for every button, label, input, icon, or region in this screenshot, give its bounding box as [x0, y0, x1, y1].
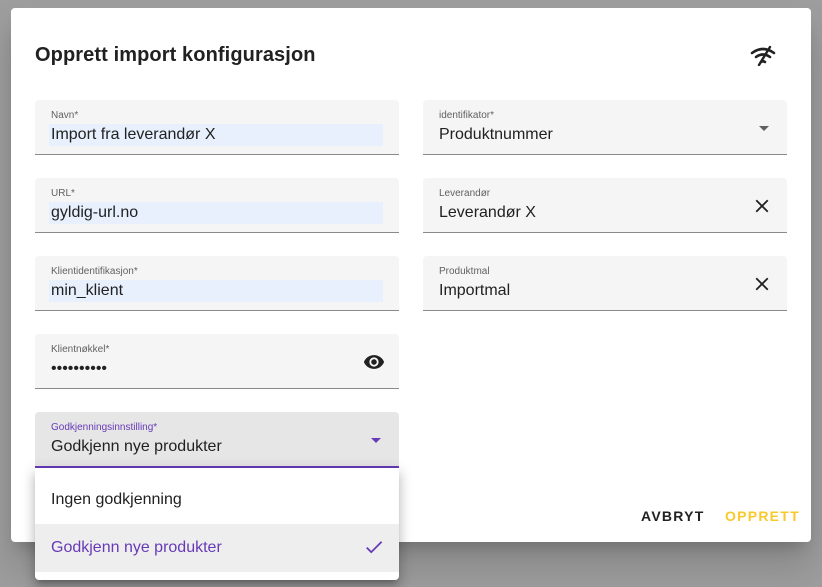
- klientid-label: Klientidentifikasjon*: [51, 266, 138, 277]
- menu-option-ingen-godkjenning[interactable]: Ingen godkjenning: [35, 476, 399, 524]
- klientid-input[interactable]: min_klient: [49, 280, 383, 302]
- url-input[interactable]: gyldig-url.no: [49, 202, 383, 224]
- leverandor-field[interactable]: Leverandør Leverandør X: [423, 178, 787, 233]
- dropdown-arrow-icon[interactable]: [759, 126, 769, 131]
- godkjenning-label: Godkjenningsinnstilling*: [51, 422, 158, 433]
- navn-input[interactable]: Import fra leverandør X: [49, 124, 383, 146]
- menu-option-label: Godkjenn nye produkter: [51, 539, 222, 556]
- identifikator-select[interactable]: identifikator* Produktnummer: [423, 100, 787, 155]
- cancel-button[interactable]: AVBRYT: [641, 508, 705, 524]
- dialog-title: Opprett import konfigurasjon: [35, 44, 316, 66]
- godkjenning-menu: Ingen godkjenning Godkjenn nye produkter: [35, 468, 399, 580]
- identifikator-value: Produktnummer: [439, 126, 553, 143]
- godkjenning-value: Godkjenn nye produkter: [51, 438, 222, 455]
- check-icon: [366, 541, 383, 554]
- create-button[interactable]: OPPRETT: [725, 508, 800, 524]
- close-icon[interactable]: [751, 273, 773, 295]
- eye-icon[interactable]: [363, 351, 385, 373]
- close-icon[interactable]: [751, 195, 773, 217]
- identifikator-label: identifikator*: [439, 110, 495, 121]
- signal-cellular-off-icon[interactable]: [750, 44, 776, 66]
- url-field[interactable]: URL* gyldig-url.no: [35, 178, 399, 233]
- menu-option-label: Ingen godkjenning: [51, 491, 182, 508]
- klientid-field[interactable]: Klientidentifikasjon* min_klient: [35, 256, 399, 311]
- leverandor-label: Leverandør: [439, 188, 491, 199]
- url-label: URL*: [51, 188, 75, 199]
- navn-label: Navn*: [51, 110, 79, 121]
- produktmal-label: Produktmal: [439, 266, 490, 277]
- klientnokkel-label: Klientnøkkel*: [51, 344, 110, 355]
- produktmal-field[interactable]: Produktmal Importmal: [423, 256, 787, 311]
- navn-field[interactable]: Navn* Import fra leverandør X: [35, 100, 399, 155]
- produktmal-input[interactable]: Importmal: [439, 280, 510, 302]
- leverandor-input[interactable]: Leverandør X: [439, 202, 536, 224]
- klientnokkel-field[interactable]: Klientnøkkel* ••••••••••: [35, 334, 399, 389]
- godkjenning-select[interactable]: Godkjenningsinnstilling* Godkjenn nye pr…: [35, 412, 399, 468]
- dropdown-arrow-icon[interactable]: [371, 438, 381, 443]
- menu-option-godkjenn-nye-produkter[interactable]: Godkjenn nye produkter: [35, 524, 399, 572]
- klientnokkel-input[interactable]: ••••••••••: [51, 358, 107, 380]
